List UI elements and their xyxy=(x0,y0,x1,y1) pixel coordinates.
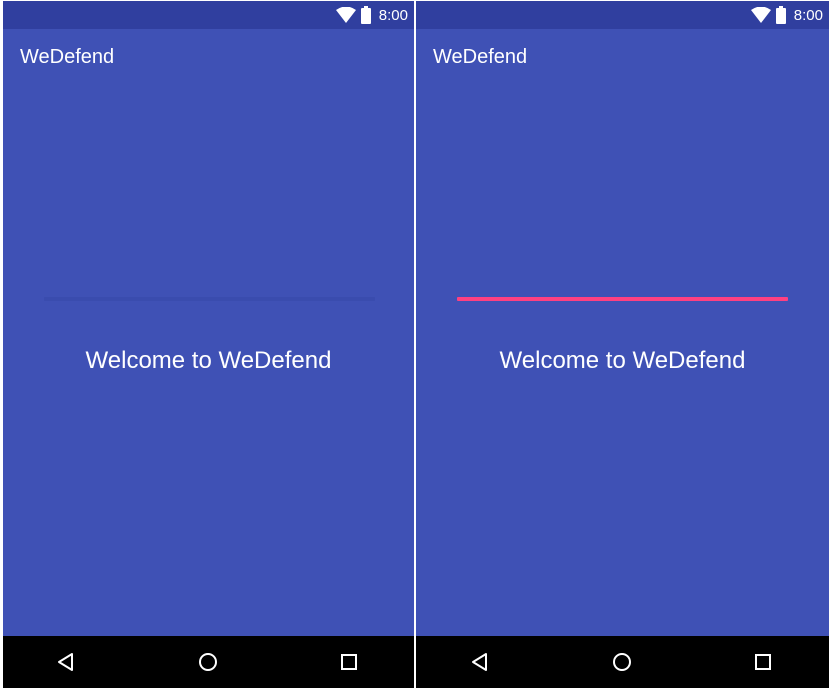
status-bar: 8:00 xyxy=(416,1,829,29)
welcome-text: Welcome to WeDefend xyxy=(85,347,332,374)
screenshot-canvas: 8:00 WeDefend Welcome to WeDefend 8:00 W… xyxy=(0,0,830,689)
app-title: WeDefend xyxy=(433,46,528,68)
back-icon xyxy=(470,652,490,672)
phone-screen-right: 8:00 WeDefend Welcome to WeDefend xyxy=(416,1,829,688)
battery-icon xyxy=(775,6,786,24)
recents-button[interactable] xyxy=(750,649,776,675)
status-icons: 8:00 xyxy=(335,5,408,25)
back-button[interactable] xyxy=(53,649,79,675)
home-button[interactable] xyxy=(195,649,221,675)
recents-icon xyxy=(754,653,772,671)
welcome-text: Welcome to WeDefend xyxy=(499,347,746,374)
status-bar: 8:00 xyxy=(3,1,414,29)
phone-screen-left: 8:00 WeDefend Welcome to WeDefend xyxy=(3,1,414,688)
home-icon xyxy=(198,652,218,672)
back-button[interactable] xyxy=(467,649,493,675)
battery-icon xyxy=(360,6,371,24)
status-time: 8:00 xyxy=(378,7,408,24)
app-title: WeDefend xyxy=(20,46,115,68)
wifi-icon xyxy=(335,7,356,23)
status-icons: 8:00 xyxy=(750,5,823,25)
back-icon xyxy=(56,652,76,672)
status-time: 8:00 xyxy=(793,7,823,24)
recents-button[interactable] xyxy=(336,649,362,675)
progress-bar xyxy=(44,297,375,301)
recents-icon xyxy=(340,653,358,671)
home-button[interactable] xyxy=(609,649,635,675)
home-icon xyxy=(612,652,632,672)
wifi-icon xyxy=(750,7,771,23)
progress-bar xyxy=(457,297,788,301)
navigation-bar xyxy=(416,636,829,688)
navigation-bar xyxy=(3,636,414,688)
